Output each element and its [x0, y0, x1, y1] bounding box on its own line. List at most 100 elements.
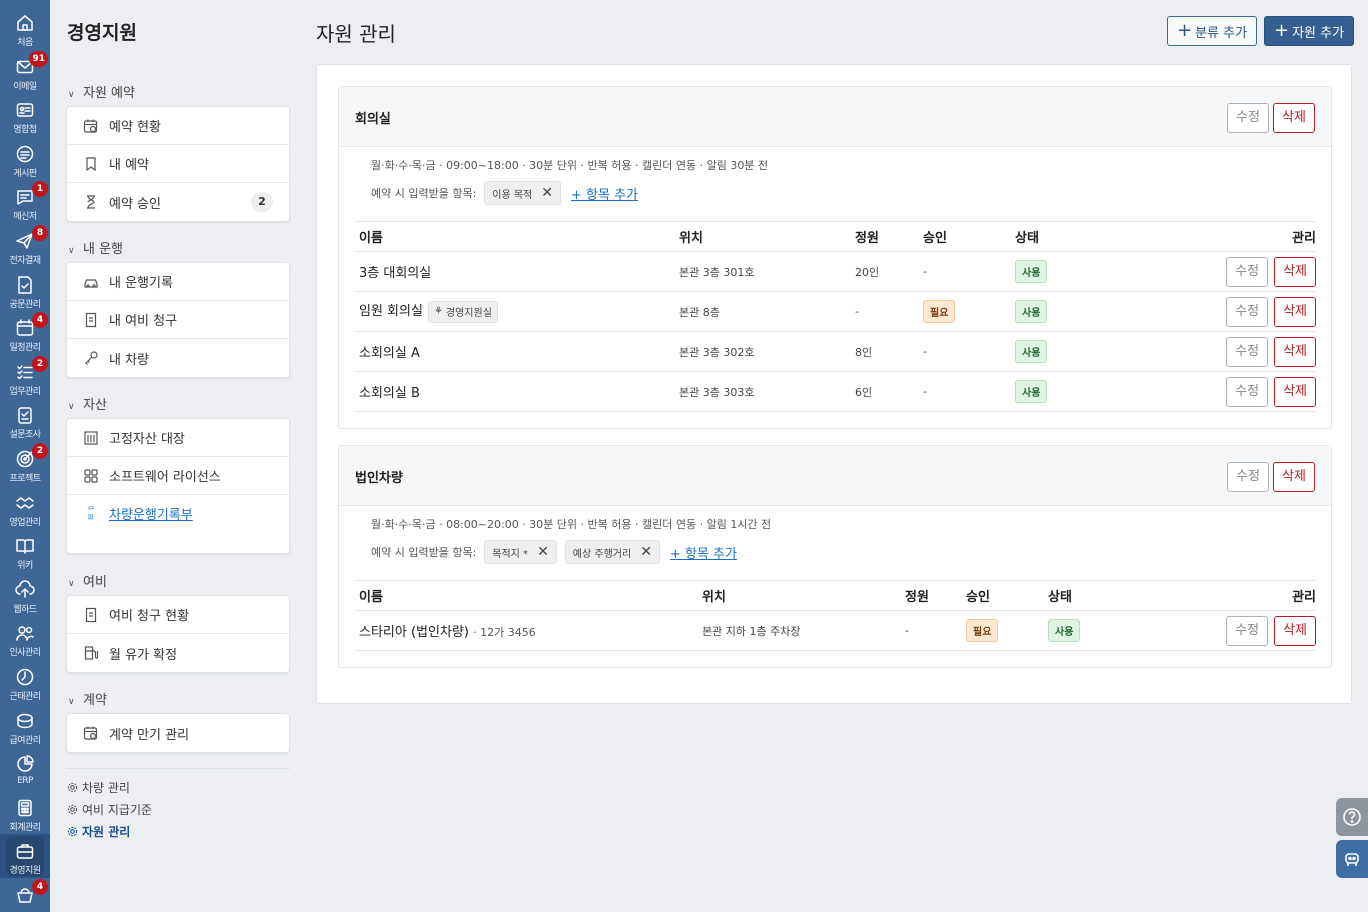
row-edit-button[interactable]: 수정 — [1226, 336, 1269, 367]
group-meta: 월·화·수·목·금 · 08:00~20:00 · 30분 단위 · 반복 허용… — [371, 518, 772, 531]
sidebar-item-fuel-price[interactable]: 월 유가 확정 — [67, 634, 289, 672]
row-edit-button[interactable]: 수정 — [1226, 296, 1269, 327]
row-delete-button[interactable]: 삭제 — [1274, 296, 1316, 327]
resource-table: 이름 위치 정원 승인 상태 관리 스타리아 (법인차량) · 12가 3456… — [355, 580, 1316, 651]
page-title: 자원 관리 — [316, 22, 396, 46]
group-header: 법인차량 수정 삭제 — [339, 446, 1331, 506]
row-capacity: - — [901, 610, 962, 651]
group-edit-button[interactable]: 수정 — [1227, 462, 1269, 492]
row-delete-button[interactable]: 삭제 — [1274, 615, 1316, 646]
status-badge: 사용 — [1015, 300, 1048, 323]
sidebar-item-software-license[interactable]: 소프트웨어 라이선스 — [67, 457, 289, 495]
rail-item-webhard[interactable]: 웹하드 — [0, 573, 50, 617]
rail-item-hr[interactable]: 인사관리 — [0, 616, 50, 660]
footer-link-travel-standard[interactable]: 여비 지급기준 — [67, 801, 152, 818]
add-category-button[interactable]: + 분류 추가 — [1167, 16, 1258, 46]
gear-icon — [67, 782, 78, 793]
sidebar-item-my-reservation[interactable]: 내 예약 — [67, 145, 289, 183]
sidebar-item-contract-expiry[interactable]: 계약 만기 관리 — [67, 714, 289, 752]
col-name: 이름 — [355, 580, 698, 611]
close-icon[interactable]: ✕ — [640, 544, 652, 560]
rail-label: 위키 — [17, 561, 33, 572]
help-button[interactable] — [1336, 798, 1368, 836]
receipt-icon — [83, 607, 99, 623]
sidebar-item-fixed-assets[interactable]: 고정자산 대장 — [67, 419, 289, 457]
rail-item-docs[interactable]: 공문관리 — [0, 268, 50, 312]
add-field-link[interactable]: + 항목 추가 — [670, 543, 737, 562]
close-icon[interactable]: ✕ — [541, 185, 553, 201]
footer-link-vehicle-admin[interactable]: 차량 관리 — [67, 779, 130, 796]
rail-item-survey[interactable]: 설문조사 — [0, 398, 50, 442]
sidebar-item-reservation-approval[interactable]: 예약 승인 2 — [67, 183, 289, 221]
row-delete-button[interactable]: 삭제 — [1274, 376, 1316, 407]
rail-item-tasks[interactable]: 업무관리 2 — [0, 355, 50, 399]
plus-icon: + — [1177, 20, 1193, 41]
group-edit-button[interactable]: 수정 — [1227, 103, 1269, 133]
rail-item-board[interactable]: 게시판 — [0, 137, 50, 181]
row-capacity: 20인 — [851, 251, 919, 292]
row-delete-button[interactable]: 삭제 — [1274, 336, 1316, 367]
sidebar-item-my-vehicle[interactable]: 내 차량 — [67, 339, 289, 377]
row-approval: - — [919, 331, 1011, 372]
rail-label: 회계관리 — [9, 822, 41, 833]
section-header-travel[interactable]: ∨ 여비 — [68, 571, 107, 590]
group-title: 회의실 — [355, 112, 391, 127]
row-edit-button[interactable]: 수정 — [1226, 256, 1269, 287]
sidebar-item-reservation-status[interactable]: 예약 현황 — [67, 107, 289, 145]
group-delete-button[interactable]: 삭제 — [1273, 462, 1315, 492]
gear-icon — [67, 826, 78, 837]
sidebar-title: 경영지원 — [67, 22, 137, 44]
close-icon[interactable]: ✕ — [537, 544, 549, 560]
rail-item-mail[interactable]: 이메일 91 — [0, 50, 50, 94]
rail-item-account[interactable]: 회계관리 — [0, 791, 50, 835]
approval-badge: 필요 — [923, 300, 956, 323]
gear-icon — [67, 804, 78, 815]
rail-label: 인사관리 — [9, 648, 41, 659]
status-badge: 사용 — [1015, 340, 1048, 363]
rail-item-calendar[interactable]: 일정관리 4 — [0, 311, 50, 355]
sidebar-item-my-drive-log[interactable]: 내 운행기록 — [67, 263, 289, 301]
rail-item-card[interactable]: 명함첩 — [0, 93, 50, 137]
sidebar-item-expense-status[interactable]: 여비 청구 현황 — [67, 596, 289, 634]
section-header-my-drive[interactable]: ∨ 내 운행 — [68, 238, 123, 257]
rail-item-payroll[interactable]: 급여관리 — [0, 704, 50, 748]
row-capacity: - — [851, 291, 919, 332]
board-icon — [16, 145, 34, 163]
add-field-link[interactable]: + 항목 추가 — [571, 184, 638, 203]
rail-item-more[interactable]: 4 — [0, 878, 50, 912]
rail-item-sales[interactable]: 영업관리 — [0, 486, 50, 530]
rail-item-home[interactable]: 처음 — [0, 6, 50, 50]
rail-item-erp[interactable]: ERP — [0, 747, 50, 791]
notification-badge: 2 — [32, 355, 48, 372]
rail-label: 근태관리 — [9, 692, 41, 702]
group-delete-button[interactable]: 삭제 — [1273, 103, 1315, 133]
section-header-assets[interactable]: ∨ 자산 — [68, 394, 107, 413]
rail-item-msg[interactable]: 메신저 1 — [0, 180, 50, 224]
rail-label: 웹하드 — [13, 604, 37, 615]
rail-label: 업무관리 — [9, 386, 41, 397]
question-icon — [1343, 808, 1361, 826]
add-resource-button[interactable]: + 자원 추가 — [1264, 16, 1355, 46]
sidebar-item-my-expense[interactable]: 내 여비 청구 — [67, 301, 289, 339]
section-header-contract[interactable]: ∨ 계약 — [68, 689, 107, 708]
section-header-reservation[interactable]: ∨ 자원 예약 — [68, 82, 135, 101]
rail-item-approval[interactable]: 전자결재 8 — [0, 224, 50, 268]
grid-icon — [83, 468, 99, 484]
status-badge: 사용 — [1015, 380, 1048, 403]
approval-badge: 필요 — [966, 619, 999, 642]
row-edit-button[interactable]: 수정 — [1226, 615, 1269, 646]
rail-item-project[interactable]: 프로젝트 2 — [0, 442, 50, 486]
chatbot-button[interactable] — [1336, 840, 1368, 878]
payroll-icon — [17, 713, 33, 728]
sidebar-item-vehicle-logbook[interactable]: 차량운행기록부 — [67, 495, 289, 553]
rail-item-attendance[interactable]: 근태관리 — [0, 660, 50, 704]
row-name: 스타리아 (법인차량) — [359, 625, 469, 640]
table-row: 소회의실 A 본관 3층 302호 8인 - 사용 수정 삭제 — [355, 331, 1316, 372]
rail-label: 명함첩 — [13, 125, 37, 136]
rail-item-biz[interactable]: 경영지원 — [0, 834, 50, 879]
bookmark-icon — [83, 156, 99, 172]
row-edit-button[interactable]: 수정 — [1226, 376, 1269, 407]
footer-link-resource-admin[interactable]: 자원 관리 — [67, 823, 130, 840]
row-delete-button[interactable]: 삭제 — [1274, 256, 1316, 287]
rail-item-wiki[interactable]: 위키 — [0, 529, 50, 573]
